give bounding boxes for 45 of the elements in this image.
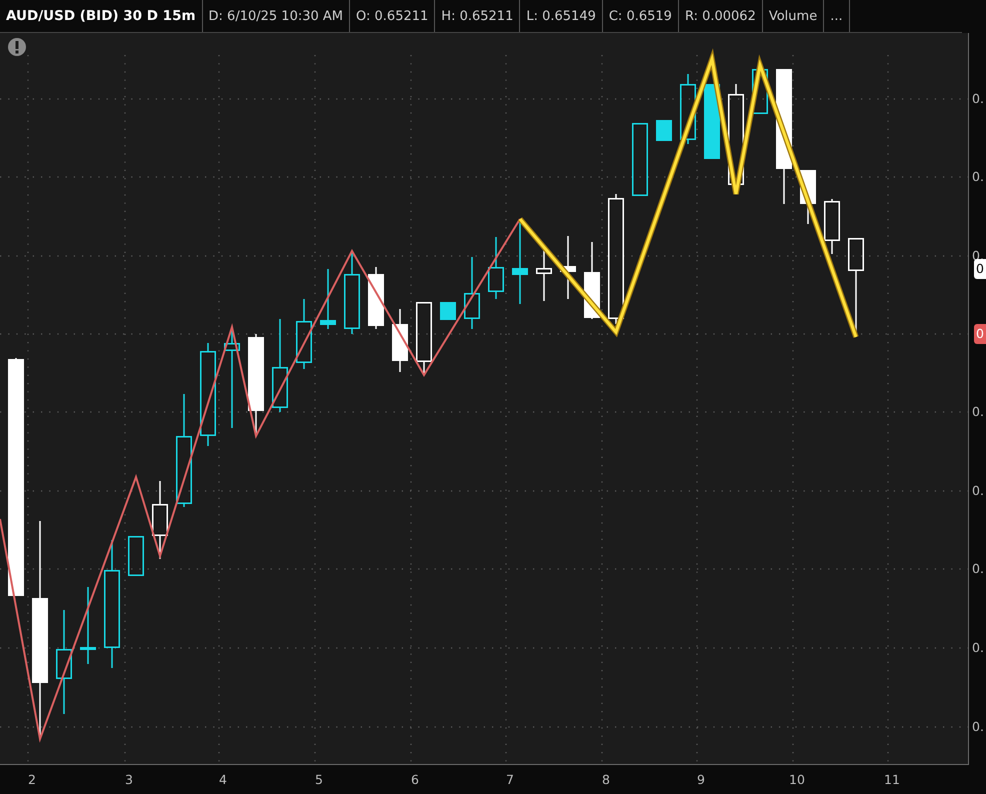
- axis-label: 11: [884, 772, 900, 787]
- axis-label: 2: [28, 772, 36, 787]
- header-field: H: 0.65211: [435, 0, 520, 32]
- candle: [752, 69, 768, 114]
- axis-label: 0.: [972, 482, 984, 500]
- axis-label: 0.: [972, 718, 984, 736]
- candle: [416, 302, 432, 374]
- warning-icon[interactable]: [8, 38, 26, 56]
- header-field: L: 0.65149: [520, 0, 603, 32]
- candle: [536, 249, 552, 301]
- axis-label: 0.: [972, 403, 984, 421]
- header-field: C: 0.6519: [602, 0, 679, 32]
- axis-label: 8: [602, 772, 610, 787]
- candle: [464, 257, 480, 329]
- axis-label: 3: [125, 772, 133, 787]
- axis-label: 4: [219, 772, 227, 787]
- candle: [824, 199, 840, 254]
- header-field: D: 6/10/25 10:30 AM: [202, 0, 350, 32]
- axis-label: 10: [789, 772, 805, 787]
- candle: [392, 309, 408, 372]
- axis-label: 0.: [972, 639, 984, 657]
- axis-label: 0.: [972, 168, 984, 186]
- axis-label: 7: [506, 772, 514, 787]
- header-field: Volume: [762, 0, 824, 32]
- axis-label: 6: [411, 772, 419, 787]
- header-field: R: 0.00062: [678, 0, 763, 32]
- candle: [560, 236, 576, 299]
- candle: [128, 536, 144, 576]
- candle: [320, 269, 336, 329]
- price-tag: 0: [974, 324, 986, 344]
- candle: [680, 74, 696, 144]
- axis-label: 9: [697, 772, 705, 787]
- candle: [368, 267, 384, 329]
- candle: [440, 302, 456, 320]
- axis-label: 0.: [972, 560, 984, 578]
- candle: [296, 299, 312, 369]
- header-field: O: 0.65211: [350, 0, 436, 32]
- symbol-label: AUD/USD (BID) 30 D 15m: [0, 0, 203, 32]
- axis-label: 5: [315, 772, 323, 787]
- candle: [488, 237, 504, 299]
- axis-label: 0.: [972, 90, 984, 108]
- price-tag: 0: [974, 259, 986, 279]
- header-field: ...: [824, 0, 850, 32]
- candle: [800, 170, 816, 224]
- candle: [656, 120, 672, 141]
